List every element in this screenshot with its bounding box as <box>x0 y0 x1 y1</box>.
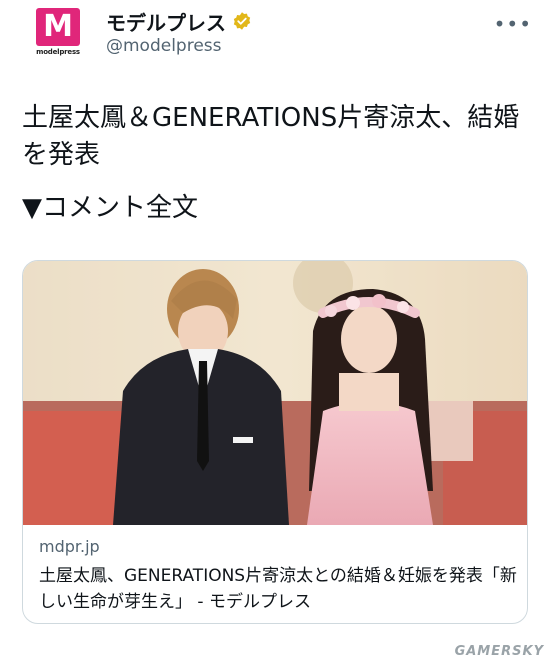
watermark: GAMERSKY <box>454 644 544 659</box>
logo-wordmark: modelpress <box>36 48 80 56</box>
card-photo <box>23 261 527 525</box>
tweet-header: M modelpress モデルプレス @modelpress ••• <box>36 6 536 64</box>
verified-badge-icon <box>233 12 251 30</box>
link-card[interactable]: mdpr.jp 土屋太鳳、GENERATIONS片寄涼太との結婚＆妊娠を発表「新… <box>22 260 528 624</box>
tweet-body: 土屋太鳳＆GENERATIONS片寄涼太、結婚を発表 <box>22 103 520 170</box>
card-title[interactable]: 土屋太鳳、GENERATIONS片寄涼太との結婚＆妊娠を発表「新しい生命が芽生え… <box>39 563 519 615</box>
card-meta: mdpr.jp 土屋太鳳、GENERATIONS片寄涼太との結婚＆妊娠を発表「新… <box>39 537 519 615</box>
modelpress-logo: M <box>36 8 80 46</box>
name-row: モデルプレス <box>106 7 252 36</box>
card-domain: mdpr.jp <box>39 537 100 556</box>
tweet-body-comment-link: ▼コメント全文 <box>22 193 198 223</box>
display-name[interactable]: モデルプレス <box>106 7 226 36</box>
more-options-icon[interactable]: ••• <box>494 12 532 36</box>
user-handle[interactable]: @modelpress <box>106 36 222 56</box>
avatar[interactable]: M modelpress <box>36 8 80 56</box>
logo-letter: M <box>43 9 73 44</box>
